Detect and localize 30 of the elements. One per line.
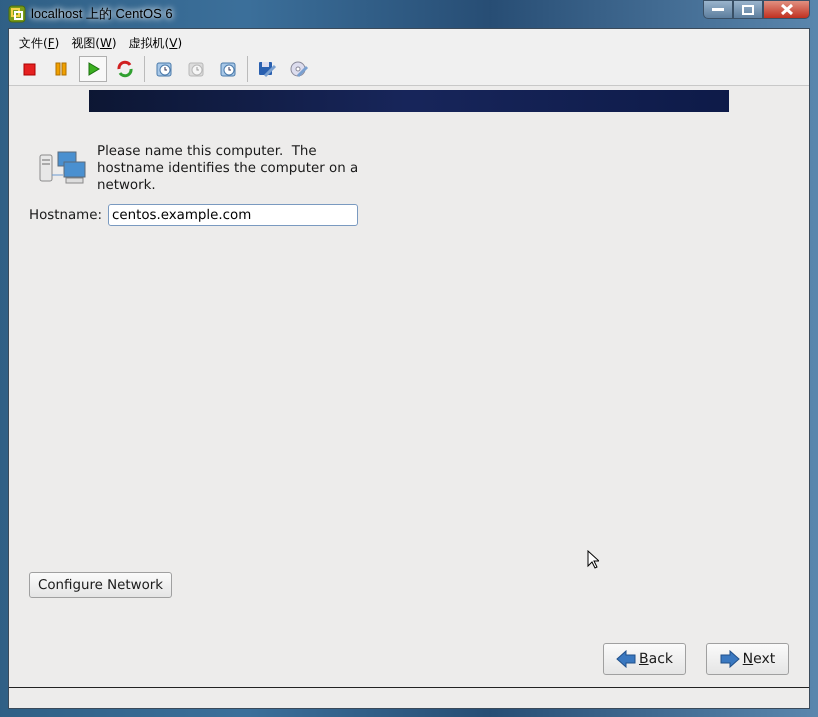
clock-icon xyxy=(155,60,173,78)
menu-item[interactable]: 文件(F) xyxy=(19,35,60,52)
network-computers-icon xyxy=(39,151,87,185)
intro-text: Please name this computer. The hostname identifies the computer on a network. xyxy=(97,143,360,194)
clock-icon xyxy=(187,60,205,78)
next-button[interactable]: Next xyxy=(706,643,789,675)
back-button[interactable]: Back xyxy=(603,643,686,675)
configure-network-button[interactable]: Configure Network xyxy=(29,572,172,598)
play-tool-button[interactable] xyxy=(79,56,107,82)
close-button[interactable] xyxy=(763,0,810,19)
minimize-icon xyxy=(712,8,724,12)
right-arrow-icon xyxy=(720,650,740,668)
refresh-icon xyxy=(116,60,134,78)
stop-icon xyxy=(21,61,37,77)
hostname-label: Hostname: xyxy=(29,208,102,222)
app-icon xyxy=(8,5,26,23)
maximize-icon xyxy=(742,4,754,14)
floppy-wrench-icon xyxy=(257,60,277,78)
disc-wrench-icon xyxy=(289,60,309,78)
menu-item[interactable]: 虚拟机(V) xyxy=(128,35,182,52)
mouse-pointer-icon xyxy=(587,550,599,569)
menu-item[interactable]: 视图(W) xyxy=(71,35,117,52)
left-arrow-icon xyxy=(616,650,636,668)
minimize-button[interactable] xyxy=(703,0,733,19)
window-title: localhost 上的 CentOS 6 xyxy=(31,5,173,23)
clock-icon xyxy=(219,60,237,78)
pause-icon xyxy=(53,61,69,77)
maximize-button[interactable] xyxy=(733,0,763,19)
hostname-field[interactable]: centos.example.com xyxy=(108,204,358,226)
close-icon xyxy=(780,4,794,15)
